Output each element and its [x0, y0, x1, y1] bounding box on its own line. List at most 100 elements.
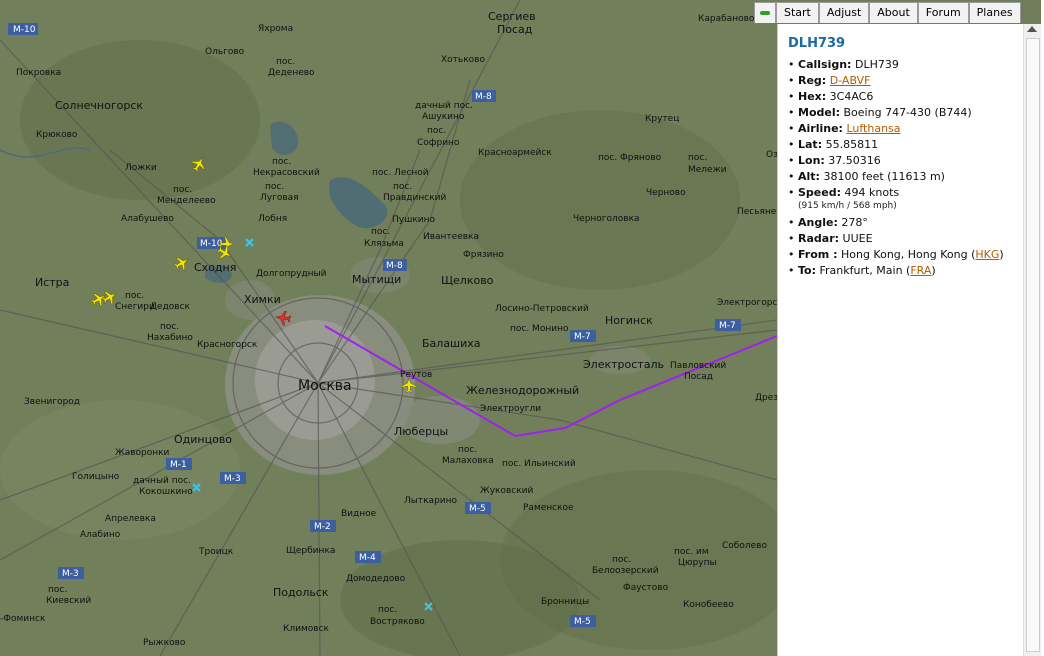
label-snegiri-a: пос. [125, 291, 144, 301]
label-zheleznodorozhny: Железнодорожный [466, 384, 579, 397]
label-lozhki: Ложки [125, 163, 157, 173]
tab-forum[interactable]: Forum [917, 2, 969, 23]
reg-link[interactable]: D-ABVF [830, 74, 871, 87]
svg-text:M-2: M-2 [314, 522, 331, 532]
minimize-tab[interactable] [754, 2, 776, 23]
label-reutov: Реутов [400, 370, 432, 380]
label-istra: Истра [35, 276, 69, 289]
label-pravdinsky: Правдинский [383, 193, 446, 203]
label-krasnogorsk: Красногорск [197, 340, 258, 350]
from-airport-link[interactable]: HKG [975, 248, 999, 261]
label-dreznya: Дрез [755, 393, 777, 403]
label-sobolevo: Соболево [722, 541, 767, 551]
tab-about[interactable]: About [869, 2, 918, 23]
label-zhukovsky: Жуковский [480, 486, 534, 496]
label-malakhovka-a: пос. [458, 445, 477, 455]
label-shcherbinka: Щербинка [286, 546, 335, 556]
label-oz: Оз [766, 150, 777, 160]
label-karabanovo: Карабаново [698, 14, 755, 24]
map-canvas[interactable]: M-10 M-8 M-8 M-10 M-7 M-7 M-1 M-3 M-2 M-… [0, 0, 777, 656]
flight-title: DLH739 [788, 36, 846, 51]
tab-adjust[interactable]: Adjust [818, 2, 870, 23]
label-podolsk: Подольск [273, 586, 329, 599]
row-angle: Angle: 278° [784, 215, 1024, 231]
label-posad2: Посад [684, 372, 713, 382]
scroll-up-icon[interactable] [1027, 26, 1037, 32]
label-vostryakovo: Востряково [370, 617, 425, 627]
tab-start[interactable]: Start [776, 2, 819, 23]
svg-text:M-4: M-4 [359, 553, 376, 563]
label-khimki: Химки [244, 293, 281, 306]
svg-text:M-7: M-7 [574, 332, 591, 342]
label-pushkino: Пушкино [392, 215, 435, 225]
label-sofrino-a: пос. [427, 126, 446, 136]
panel-scrollbar[interactable] [1023, 24, 1041, 656]
row-speed: Speed: 494 knots(915 km/h / 568 mph) [784, 185, 1024, 212]
label-alabushevo: Алабушево [121, 214, 174, 224]
row-alt: Alt: 38100 feet (11613 m) [784, 169, 1024, 185]
label-aprelevka: Апрелевка [105, 514, 156, 524]
label-nakhabino: Нахабино [147, 333, 193, 343]
label-kievsky-a: пос. [48, 585, 67, 595]
label-lyubertsy: Люберцы [394, 425, 448, 438]
label-mytishchi: Мытищи [352, 273, 401, 286]
label-olgovo: Ольгово [205, 47, 245, 57]
label-klimovsk: Климовск [283, 624, 330, 634]
flight-info-panel: DLH739 Callsign: DLH739 Reg: D-ABVF Hex:… [777, 24, 1024, 656]
label-elektrougli: Электроугли [480, 404, 541, 414]
row-to: To: Frankfurt, Main (FRA) [784, 263, 1024, 279]
label-yakhroma: Яхрома [258, 24, 293, 34]
label-dedovsk: Дедовск [150, 302, 191, 312]
label-yurupa: Цюрупы [678, 558, 717, 568]
label-shchelkovo: Щелково [441, 274, 494, 287]
label-klyazma: Клязьма [364, 239, 404, 249]
label-ramenskoe: Раменское [523, 503, 574, 513]
label-vostryakovo-a: пос. [378, 605, 397, 615]
label-pokrovka: Покровка [16, 68, 61, 78]
svg-text:M-1: M-1 [170, 460, 187, 470]
label-sergiev: Сергиев [488, 10, 536, 23]
label-chernovo: Черново [646, 188, 686, 198]
label-krasnoarmeysk: Красноармейск [478, 148, 552, 158]
label-kokoshkino-a: дачный пос. [133, 476, 191, 486]
label-dedenevo-a: пос. [276, 57, 295, 67]
label-ashukino: Ашукино [422, 112, 465, 122]
label-ryzhkovo: Рыжково [143, 638, 186, 648]
label-elektrogorsk: Электрогорс [717, 298, 777, 308]
row-callsign: Callsign: DLH739 [784, 57, 1024, 73]
svg-text:M-5: M-5 [469, 504, 486, 514]
label-solnechnogorsk: Солнечногорск [55, 99, 143, 112]
label-ashukino-a: дачный пос. [415, 101, 473, 111]
label-dedenevo: Деденево [268, 68, 315, 78]
row-from: From : Hong Kong, Hong Kong (HKG) [784, 247, 1024, 263]
airline-link[interactable]: Lufthansa [846, 122, 900, 135]
label-hotkovo: Хотьково [441, 55, 485, 65]
label-nakhabino-a: пос. [160, 322, 179, 332]
label-faustovo: Фаустово [623, 583, 669, 593]
label-fryazino: Фрязино [463, 250, 504, 260]
flight-details: Callsign: DLH739 Reg: D-ABVF Hex: 3C4AC6… [778, 57, 1024, 279]
label-pravdinsky-a: пос. [393, 182, 412, 192]
row-airline: Airline: Lufthansa [784, 121, 1024, 137]
label-golitsyno: Голицыно [72, 472, 120, 482]
minimize-icon [760, 11, 770, 15]
label-moscow: Москва [298, 378, 352, 394]
label-belooz: Белоозерский [592, 566, 659, 576]
to-airport-link[interactable]: FRA [910, 264, 931, 277]
label-klyazma-a: пос. [371, 227, 390, 237]
label-troitsk: Троицк [198, 547, 234, 557]
label-chernogolovka: Черноголовка [573, 214, 640, 224]
label-snegiri: Снегири [115, 302, 155, 312]
scroll-thumb[interactable] [1026, 38, 1040, 652]
label-lesnoy: пос. Лесной [372, 168, 429, 178]
row-radar: Radar: UUEE [784, 231, 1024, 247]
flight-map[interactable]: M-10 M-8 M-8 M-10 M-7 M-7 M-1 M-3 M-2 M-… [0, 0, 777, 656]
label-malakhovka: Малаховка [442, 456, 494, 466]
label-meleshi-a: пос. [688, 153, 707, 163]
tab-bar: Start Adjust About Forum Planes [754, 2, 1021, 24]
label-balashikha: Балашиха [422, 337, 481, 350]
label-fryanovo: пос. Фряново [598, 153, 662, 163]
tab-planes[interactable]: Planes [968, 2, 1021, 23]
label-bronnitsy: Бронницы [541, 597, 589, 607]
label-yurupa-a: пос. им [674, 547, 709, 557]
